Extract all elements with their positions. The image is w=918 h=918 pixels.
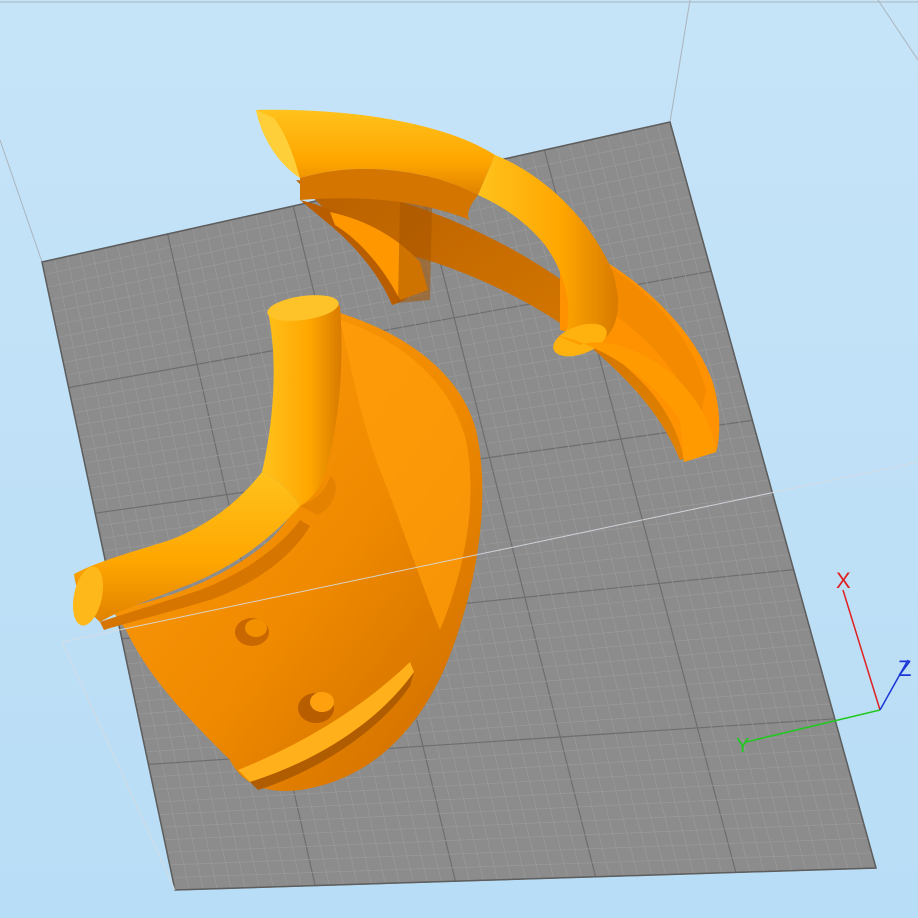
3d-viewport[interactable]: X Y Z [0, 0, 918, 918]
z-axis-label: Z [898, 656, 911, 681]
y-axis-label: Y [736, 735, 749, 757]
x-axis-label: X [836, 568, 851, 593]
